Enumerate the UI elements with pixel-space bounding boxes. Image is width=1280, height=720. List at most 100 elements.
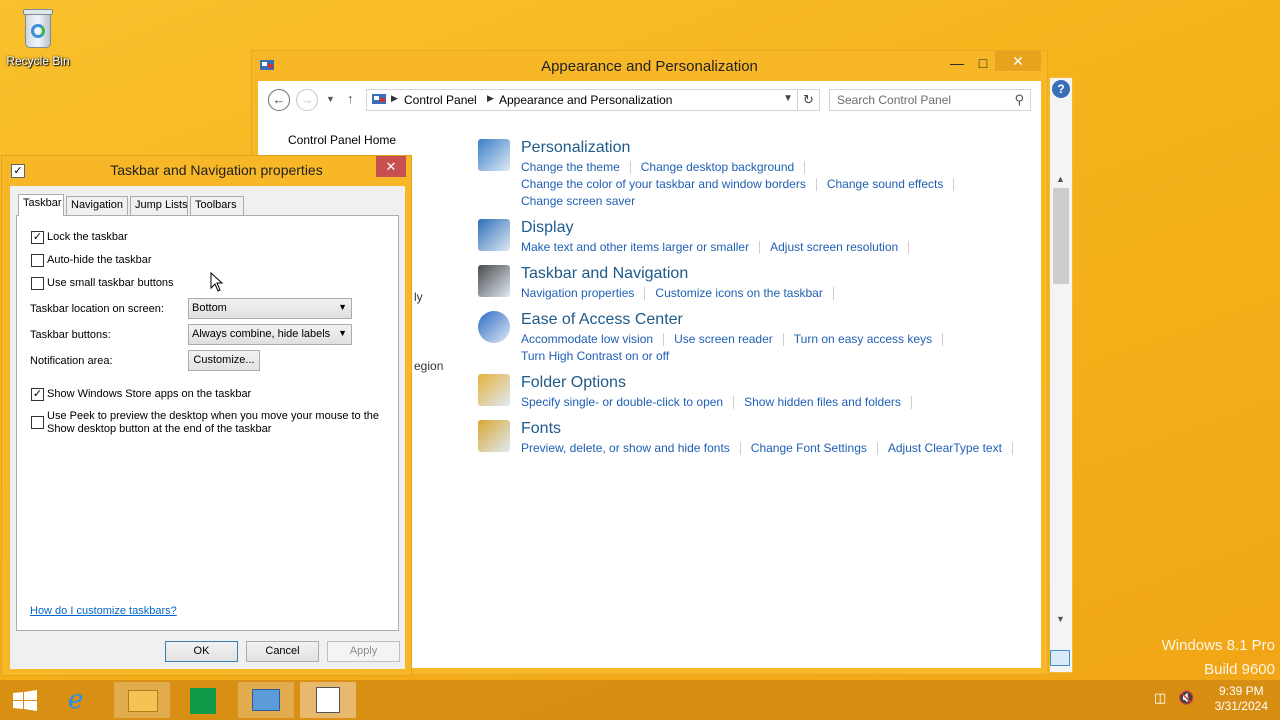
help-link[interactable]: How do I customize taskbars?: [30, 605, 177, 617]
minimize-button[interactable]: —: [943, 52, 971, 74]
start-button[interactable]: [0, 682, 56, 718]
address-bar[interactable]: ▶ Control Panel ▶ Appearance and Persona…: [366, 89, 820, 111]
display-icon[interactable]: [478, 219, 510, 251]
ease-of-access-icon[interactable]: [478, 311, 510, 343]
task-link[interactable]: Change screen saver: [521, 194, 635, 208]
task-link[interactable]: Customize icons on the taskbar: [655, 286, 822, 300]
breadcrumb-appearance[interactable]: Appearance and Personalization: [499, 93, 672, 107]
apply-button[interactable]: Apply: [327, 641, 400, 662]
task-link[interactable]: Adjust screen resolution: [770, 240, 898, 254]
tab-jump-lists[interactable]: Jump Lists: [130, 196, 188, 215]
windows-store-button[interactable]: [176, 682, 232, 718]
link-separator: [908, 241, 910, 255]
mouse-cursor-icon: [210, 272, 224, 292]
buttons-select[interactable]: Always combine, hide labels ▼: [188, 324, 352, 345]
task-link[interactable]: Navigation properties: [521, 286, 634, 300]
category-title[interactable]: Personalization: [521, 139, 630, 157]
scroll-thumb[interactable]: [1053, 188, 1069, 284]
category-links: Preview, delete, or show and hide fonts C…: [521, 441, 1041, 458]
category-title[interactable]: Display: [521, 219, 573, 237]
category-links: Accommodate low vision Use screen reader T…: [521, 332, 1041, 366]
category-title[interactable]: Taskbar and Navigation: [521, 265, 688, 283]
sidebar-link-fragment[interactable]: egion: [414, 359, 443, 373]
folder-icon: [128, 690, 158, 712]
tab-taskbar[interactable]: Taskbar: [18, 194, 64, 216]
link-separator: [644, 287, 646, 301]
task-link[interactable]: Specify single- or double-click to open: [521, 395, 723, 409]
link-separator: [663, 333, 665, 347]
link-separator: [876, 442, 878, 456]
search-icon: ⚲: [1014, 92, 1024, 107]
task-link[interactable]: Change the theme: [521, 160, 620, 174]
task-link[interactable]: Accommodate low vision: [521, 332, 653, 346]
details-view-icon[interactable]: [1050, 650, 1070, 666]
network-icon[interactable]: ◫: [1154, 690, 1166, 706]
vertical-scrollbar[interactable]: ? ▲ ▼: [1049, 77, 1073, 673]
address-dropdown-icon[interactable]: ▼: [783, 93, 793, 104]
file-explorer-button[interactable]: [114, 682, 170, 718]
recent-locations-dropdown[interactable]: ▼: [326, 94, 335, 104]
windows-logo-icon: [13, 690, 37, 711]
task-link[interactable]: Turn High Contrast on or off: [521, 349, 669, 363]
folder-icon[interactable]: [478, 374, 510, 406]
control-panel-taskbar-button[interactable]: [238, 682, 294, 718]
sidebar-link-fragment[interactable]: ly: [414, 290, 423, 304]
task-link[interactable]: Turn on easy access keys: [794, 332, 932, 346]
scroll-up-icon[interactable]: ▲: [1056, 174, 1065, 184]
taskbar-properties-taskbar-button[interactable]: [300, 682, 356, 718]
up-button[interactable]: ↑: [347, 91, 354, 106]
window-title: Appearance and Personalization: [541, 58, 758, 75]
control-panel-home-link[interactable]: Control Panel Home: [288, 133, 396, 147]
checkbox[interactable]: [31, 416, 44, 429]
task-link[interactable]: Use screen reader: [674, 332, 773, 346]
forward-button[interactable]: →: [296, 89, 318, 111]
help-icon[interactable]: ?: [1052, 80, 1070, 98]
ok-button[interactable]: OK: [165, 641, 238, 662]
close-button[interactable]: ✕: [995, 51, 1041, 71]
checkbox[interactable]: [31, 277, 44, 290]
title-bar[interactable]: Appearance and Personalization — □ ✕: [252, 51, 1047, 81]
task-link[interactable]: Adjust ClearType text: [888, 441, 1002, 455]
task-link[interactable]: Change desktop background: [641, 160, 794, 174]
search-input[interactable]: Search Control Panel ⚲: [829, 89, 1031, 111]
taskbar-icon[interactable]: [478, 265, 510, 297]
location-label: Taskbar location on screen:: [30, 303, 164, 315]
category-title[interactable]: Fonts: [521, 420, 561, 438]
checkbox[interactable]: [31, 254, 44, 267]
category-title[interactable]: Ease of Access Center: [521, 311, 683, 329]
tab-toolbars[interactable]: Toolbars: [190, 196, 244, 215]
breadcrumb-control-panel[interactable]: Control Panel: [404, 93, 477, 107]
personalization-icon[interactable]: [478, 139, 510, 171]
link-separator: [942, 333, 944, 347]
internet-explorer-icon: e: [68, 685, 84, 715]
cancel-button[interactable]: Cancel: [246, 641, 319, 662]
task-link[interactable]: Show hidden files and folders: [744, 395, 901, 409]
clock-date: 3/31/2024: [1214, 699, 1268, 713]
maximize-button[interactable]: □: [969, 52, 997, 74]
recycle-bin[interactable]: Recycle Bin: [4, 6, 72, 68]
task-link[interactable]: Change sound effects: [827, 177, 944, 191]
navigation-bar: ← → ▼ ↑ ▶ Control Panel ▶ Appearance and…: [258, 81, 1041, 119]
category-title[interactable]: Folder Options: [521, 374, 626, 392]
task-link[interactable]: Preview, delete, or show and hide fonts: [521, 441, 730, 455]
refresh-button[interactable]: ↻: [797, 90, 819, 110]
location-select[interactable]: Bottom ▼: [188, 298, 352, 319]
clock[interactable]: 9:39 PM 3/31/2024: [1215, 684, 1268, 714]
fonts-icon[interactable]: [478, 420, 510, 452]
task-link[interactable]: Change Font Settings: [751, 441, 867, 455]
tab-navigation[interactable]: Navigation: [66, 196, 128, 215]
volume-muted-icon[interactable]: 🔇: [1178, 690, 1194, 706]
dialog-close-button[interactable]: ✕: [376, 156, 406, 177]
checkbox[interactable]: ✓: [31, 388, 44, 401]
checkbox[interactable]: ✓: [31, 231, 44, 244]
link-separator: [815, 178, 817, 192]
link-separator: [953, 178, 955, 192]
back-button[interactable]: ←: [268, 89, 290, 111]
internet-explorer-button[interactable]: e: [54, 682, 110, 718]
task-link[interactable]: Change the color of your taskbar and win…: [521, 177, 806, 191]
chevron-down-icon: ▼: [338, 328, 347, 338]
customize-button[interactable]: Customize...: [188, 350, 260, 371]
link-row: Change the color of your taskbar and win…: [521, 177, 1041, 194]
task-link[interactable]: Make text and other items larger or smal…: [521, 240, 749, 254]
scroll-down-icon[interactable]: ▼: [1056, 614, 1065, 624]
